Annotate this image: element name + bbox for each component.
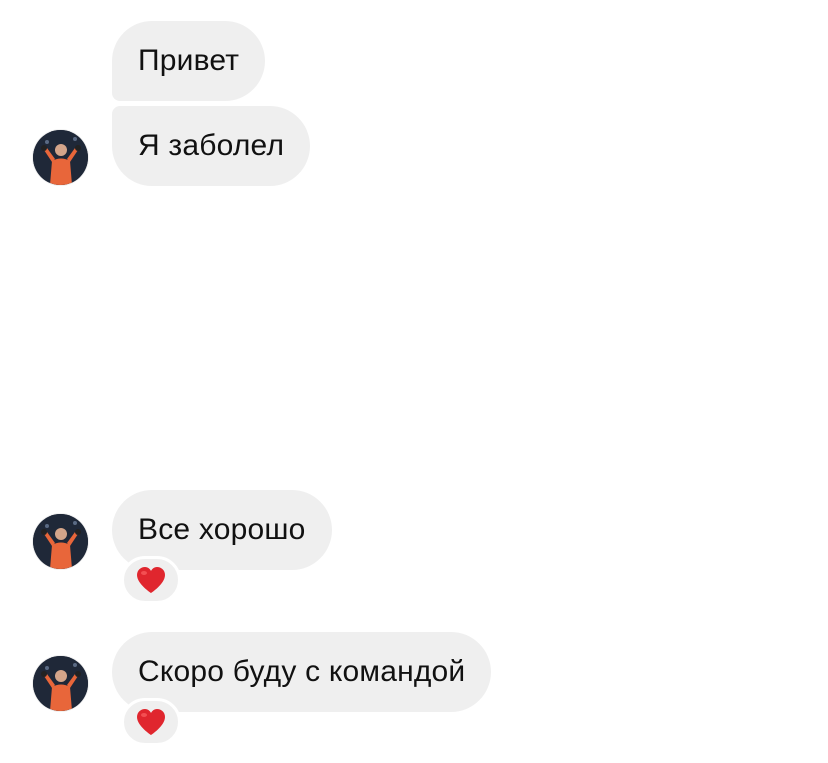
heart-icon (137, 566, 165, 593)
message-bubble[interactable]: Я заболел (112, 106, 311, 186)
message-text: Скоро буду с командой (138, 655, 466, 688)
message-text: Я заболел (138, 129, 285, 162)
message-text: Привет (138, 44, 240, 77)
sender-avatar[interactable] (33, 514, 88, 569)
message-reaction[interactable] (121, 698, 181, 746)
avatar-image (33, 130, 88, 185)
message-text: Все хорошо (138, 513, 306, 546)
avatar-image (33, 656, 88, 711)
message-bubble[interactable]: Привет (112, 21, 266, 101)
avatar-image (33, 514, 88, 569)
heart-icon (137, 708, 165, 735)
message-reaction[interactable] (121, 556, 181, 604)
message-bubble[interactable]: Скоро буду с командой (112, 632, 492, 712)
sender-avatar[interactable] (33, 656, 88, 711)
sender-avatar[interactable] (33, 130, 88, 185)
